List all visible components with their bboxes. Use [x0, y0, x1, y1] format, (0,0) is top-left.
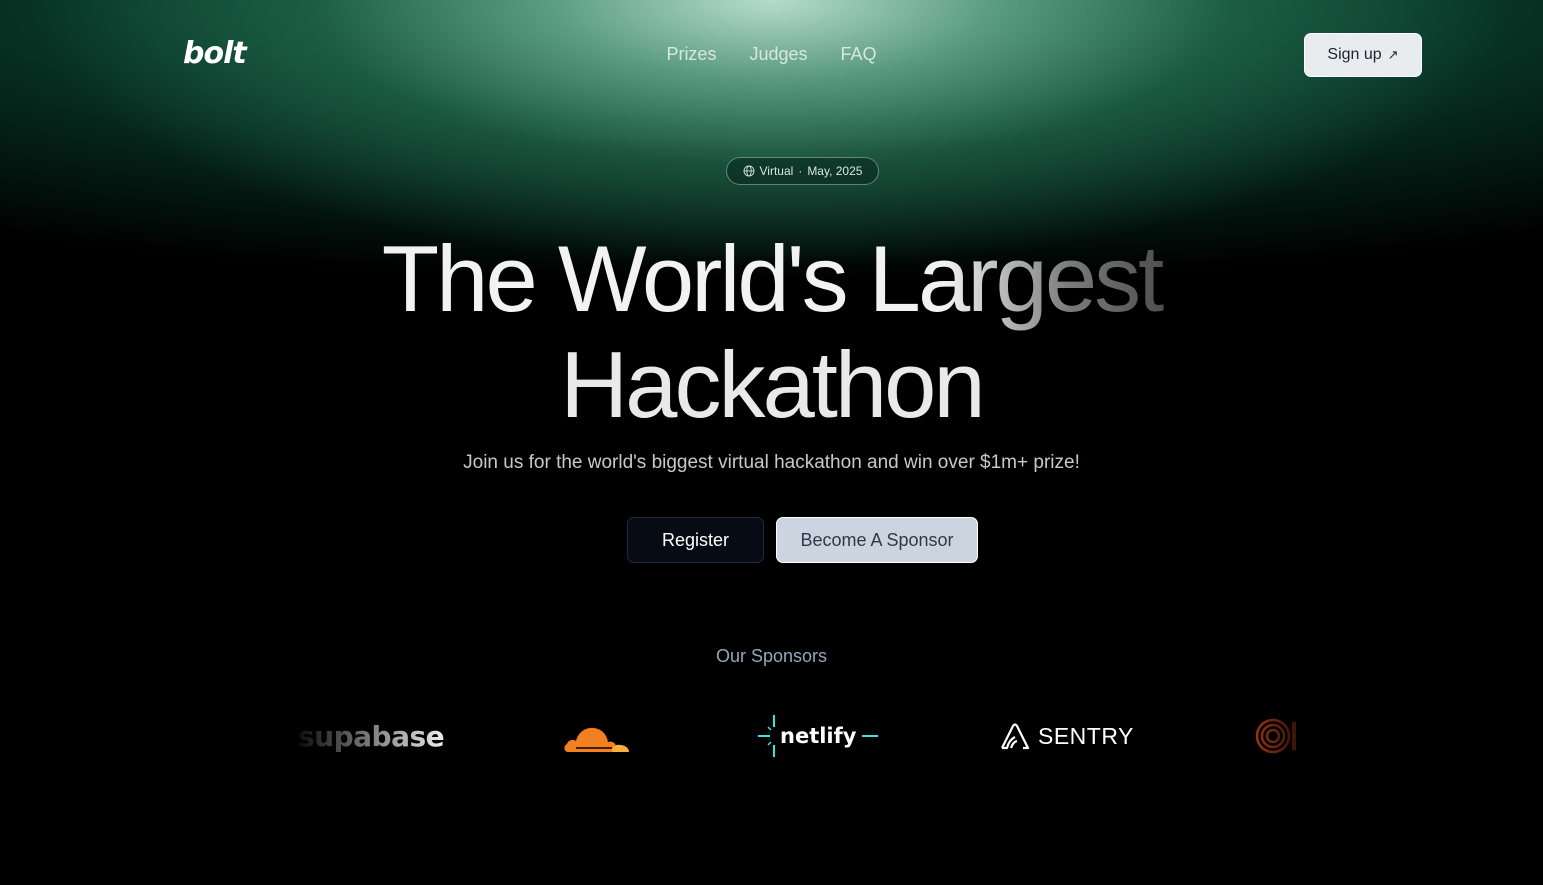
- cloudflare-cloud-icon: [562, 700, 632, 772]
- hero-subtitle: Join us for the world's biggest virtual …: [463, 452, 1080, 473]
- netlify-spark-icon: [758, 715, 775, 757]
- nav-link-faq[interactable]: FAQ: [841, 44, 877, 65]
- sentry-wordmark: SENTRY: [1038, 722, 1134, 749]
- headline-line-2: Hackathon: [560, 332, 985, 437]
- headline-line-1: The World's Largest: [378, 226, 1165, 332]
- event-date: May, 2025: [807, 164, 863, 178]
- concentric-circle-logo: [1256, 700, 1296, 772]
- arrow-up-right-icon: ↗: [1387, 47, 1399, 62]
- supabase-logo: supabase: [298, 719, 445, 753]
- signup-label: Sign up: [1327, 46, 1382, 63]
- sponsor-logo-strip: supabase netlify SENTRY: [290, 700, 1320, 772]
- sentry-icon: [1001, 723, 1030, 750]
- netlify-wordmark: netlify: [780, 724, 857, 748]
- netlify-logo: netlify: [756, 700, 880, 772]
- event-separator: ·: [798, 164, 803, 178]
- nav-link-prizes[interactable]: Prizes: [666, 44, 716, 65]
- event-location: Virtual: [759, 164, 794, 178]
- become-sponsor-button[interactable]: Become A Sponsor: [776, 517, 978, 563]
- signup-button[interactable]: Sign up ↗: [1304, 33, 1422, 77]
- event-badge: Virtual · May, 2025: [726, 157, 879, 185]
- globe-icon: [743, 165, 754, 177]
- netlify-dash-icon: [862, 735, 879, 737]
- hero-headline: The World's Largest Hackathon: [0, 226, 1543, 438]
- nav-link-judges[interactable]: Judges: [749, 44, 807, 65]
- sentry-logo: SENTRY: [1000, 700, 1134, 772]
- register-button[interactable]: Register: [627, 517, 764, 563]
- sponsors-heading: Our Sponsors: [715, 646, 828, 666]
